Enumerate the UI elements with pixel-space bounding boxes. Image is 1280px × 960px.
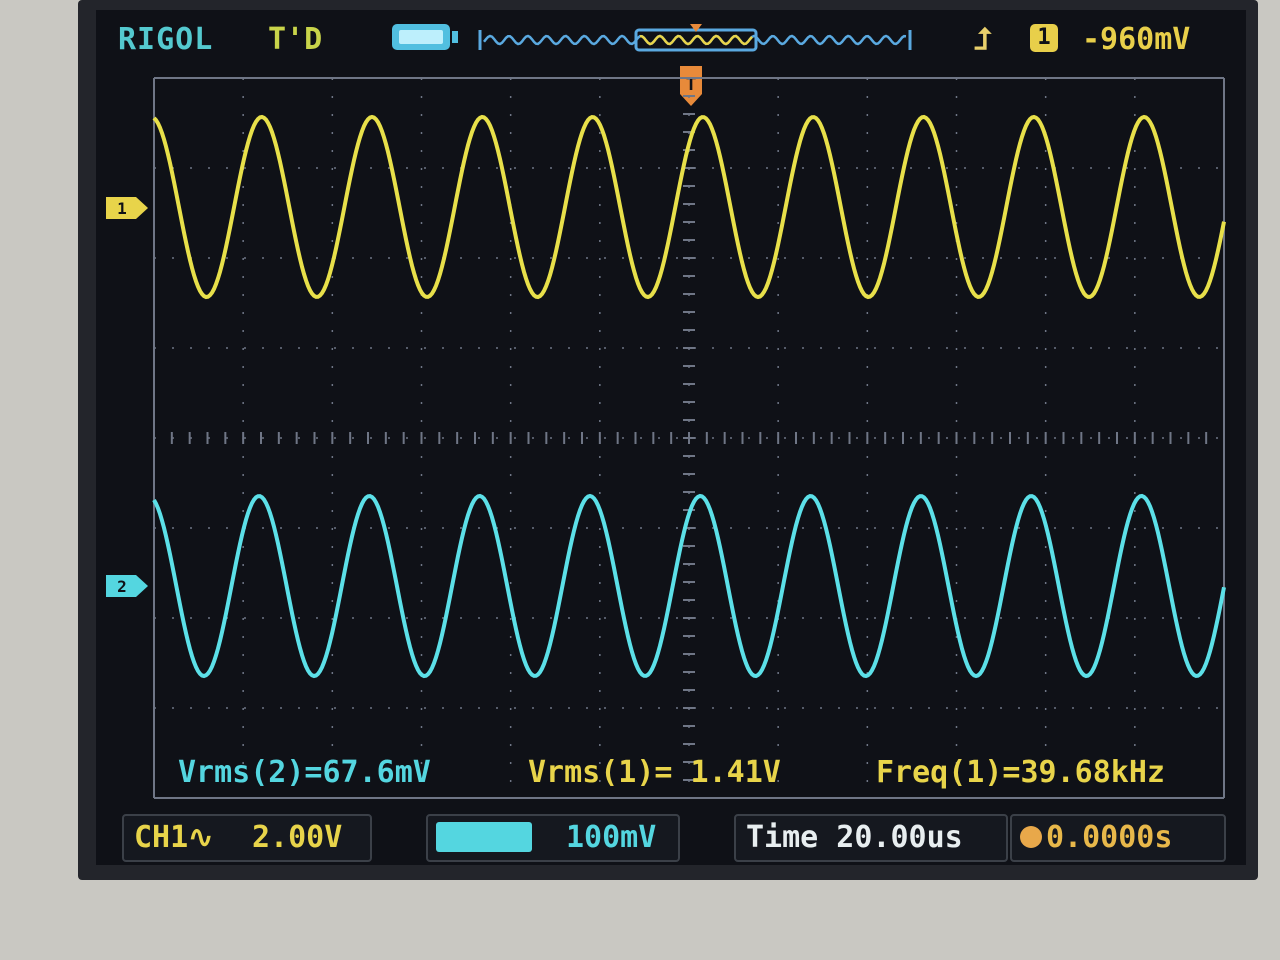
measurement-vrms-ch1: Vrms(1)= 1.41V	[528, 755, 781, 790]
ch1-waveform	[152, 114, 1226, 300]
waveform-display	[152, 77, 1226, 799]
ch1-label: CH1∿	[134, 820, 214, 855]
measurement-vrms-ch2: Vrms(2)=67.6mV	[178, 755, 431, 790]
ch2-status-box[interactable]: 100mV	[426, 814, 680, 862]
memory-position-indicator	[478, 24, 912, 52]
ch2-waveform	[152, 493, 1226, 679]
ch2-channel-icon	[436, 822, 532, 852]
trigger-level: -960mV	[1082, 22, 1191, 57]
trigger-offset-box[interactable]: 0.0000s	[1010, 814, 1226, 862]
timebase-status-box[interactable]: Time 20.00us	[734, 814, 1008, 862]
brand-logo: RIGOL	[118, 22, 214, 57]
ch2-volts-per-div: 100mV	[566, 820, 657, 855]
trigger-status: T'D	[268, 22, 323, 57]
graticule-grid	[153, 77, 1225, 799]
memory-depth-icon	[392, 24, 458, 50]
trigger-source-badge: 1	[1030, 24, 1058, 52]
ch1-ground-marker[interactable]: 1	[104, 195, 148, 221]
ch1-status-box[interactable]: CH1∿ 2.00V	[122, 814, 372, 862]
ch1-volts-per-div: 2.00V	[252, 820, 343, 855]
trigger-offset-icon	[1020, 826, 1042, 848]
timebase-label: Time 20.00us	[746, 820, 963, 855]
ch2-marker-label: 2	[117, 577, 127, 596]
rising-edge-icon: ⮥	[974, 22, 992, 57]
trigger-offset-value: 0.0000s	[1046, 820, 1173, 855]
measurement-freq-ch1: Freq(1)=39.68kHz	[876, 755, 1165, 790]
ch2-ground-marker[interactable]: 2	[104, 573, 148, 599]
ch1-marker-label: 1	[117, 199, 127, 218]
